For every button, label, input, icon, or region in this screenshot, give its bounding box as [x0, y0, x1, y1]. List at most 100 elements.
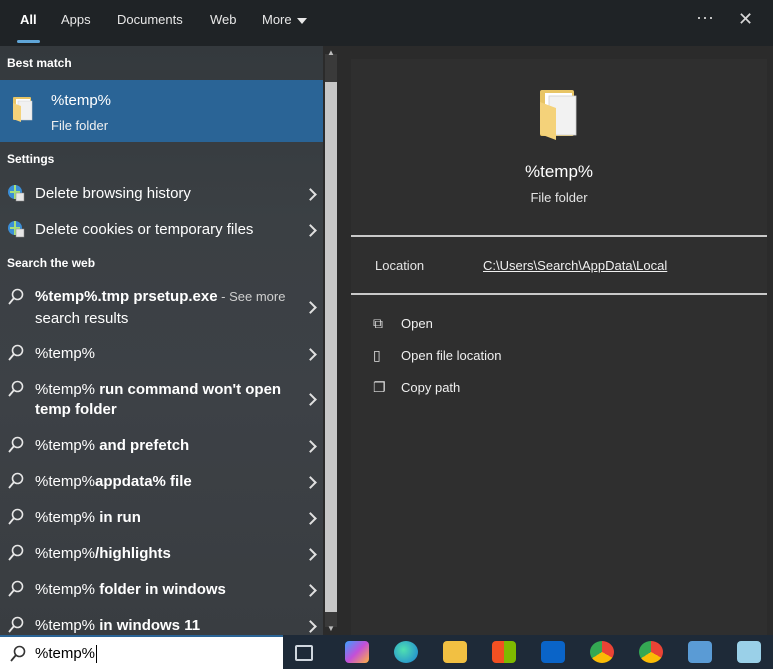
search-icon [8, 472, 24, 489]
search-icon [8, 580, 24, 597]
store-icon[interactable] [492, 641, 516, 663]
best-match-title: %temp% [51, 92, 112, 109]
web-suggestion-item[interactable]: %temp%.tmp prsetup.exe - See more search… [0, 286, 323, 332]
tab-apps[interactable]: Apps [61, 0, 91, 46]
web-suggestion-text: appdata% file [95, 473, 192, 490]
web-suggestion-text: /highlights [95, 545, 171, 562]
tab-web[interactable]: Web [210, 0, 237, 46]
best-match-header: Best match [7, 56, 72, 70]
internet-options-icon [8, 221, 25, 238]
scroll-down-arrow-icon[interactable]: ▼ [326, 624, 336, 633]
chevron-right-icon [304, 620, 317, 633]
settings-header: Settings [7, 152, 55, 166]
search-icon [8, 508, 24, 525]
web-suggestion-item[interactable]: %temp% in windows 11 [0, 614, 323, 635]
divider [351, 293, 767, 295]
chevron-right-icon [304, 301, 317, 314]
results-scrollbar[interactable]: ▲ ▼ [323, 46, 339, 635]
settings-item-label: Delete browsing history [35, 185, 191, 202]
web-suggestion-line2: search results [35, 310, 129, 327]
chrome-icon[interactable] [590, 641, 614, 663]
action-copy-path-label: Copy path [401, 380, 461, 395]
web-suggestion-text: run command won't open [95, 381, 282, 398]
search-tabs-bar: All Apps Documents Web More ··· ✕ [0, 0, 773, 46]
web-suggestion-item[interactable]: %temp% [0, 342, 323, 372]
scrollbar-thumb[interactable] [325, 82, 337, 612]
more-options-icon[interactable]: ··· [696, 7, 714, 28]
web-suggestion-prefix: %temp% [35, 288, 98, 305]
action-open-file-location[interactable]: ▯ Open file location [373, 347, 501, 364]
chevron-right-icon [304, 440, 317, 453]
divider [351, 235, 767, 237]
web-suggestion-text: and prefetch [95, 437, 190, 454]
settings-item-delete-cookies[interactable]: Delete cookies or temporary files [0, 218, 323, 248]
copy-icon: ❐ [373, 379, 386, 395]
search-icon [8, 436, 24, 453]
web-suggestion-text: in windows 11 [95, 617, 201, 634]
copilot-icon[interactable] [345, 641, 369, 663]
outlook-icon[interactable] [541, 641, 565, 663]
chevron-right-icon [304, 584, 317, 597]
search-icon [8, 344, 24, 361]
search-icon [8, 544, 24, 561]
remote-desktop-icon[interactable] [688, 641, 712, 663]
web-suggestion-item[interactable]: %temp% in run [0, 506, 323, 536]
web-suggestion-item[interactable]: %temp%/highlights [0, 542, 323, 572]
tab-more-label: More [262, 12, 292, 27]
settings-item-label: Delete cookies or temporary files [35, 221, 254, 238]
folder-icon [13, 97, 33, 122]
web-suggestion-item[interactable]: %temp% and prefetch [0, 434, 323, 464]
best-match-item[interactable]: %temp% File folder [0, 80, 323, 142]
search-input[interactable]: %temp% [35, 645, 95, 662]
task-view-icon[interactable] [295, 645, 313, 661]
taskbar [283, 635, 773, 669]
settings-item-delete-browsing-history[interactable]: Delete browsing history [0, 182, 323, 212]
action-open-label: Open [401, 316, 433, 331]
web-suggestion-item[interactable]: %temp%appdata% file [0, 470, 323, 500]
chevron-right-icon [304, 393, 317, 406]
web-suggestion-text: .tmp prsetup.exe [97, 288, 218, 305]
search-icon [8, 616, 24, 633]
chrome-profile-icon[interactable] [639, 641, 663, 663]
web-suggestion-prefix: %temp% [35, 437, 96, 454]
preview-title: %temp% [524, 162, 594, 181]
tab-all[interactable]: All [17, 0, 40, 46]
chevron-right-icon [304, 188, 317, 201]
preview-subtitle: File folder [530, 190, 588, 205]
chevron-right-icon [304, 348, 317, 361]
action-open[interactable]: ⧉ Open [373, 315, 433, 332]
chevron-right-icon [304, 476, 317, 489]
web-suggestion-prefix: %temp% [35, 617, 96, 634]
search-icon [8, 288, 24, 305]
action-copy-path[interactable]: ❐ Copy path [373, 379, 460, 396]
location-link[interactable]: C:\Users\Search\AppData\Local [483, 258, 667, 273]
chevron-right-icon [304, 548, 317, 561]
file-explorer-icon[interactable] [443, 641, 467, 663]
web-suggestion-text: in run [95, 509, 141, 526]
best-match-subtitle: File folder [51, 118, 109, 133]
notepad-icon[interactable] [737, 641, 761, 663]
action-open-file-location-label: Open file location [401, 348, 502, 363]
web-suggestion-prefix: %temp% [35, 381, 96, 398]
search-icon [10, 645, 26, 662]
scroll-up-arrow-icon[interactable]: ▲ [326, 48, 336, 57]
folder-icon [540, 90, 577, 140]
chevron-right-icon [304, 224, 317, 237]
edge-icon[interactable] [394, 641, 418, 663]
web-suggestion-item[interactable]: %temp% run command won't open temp folde… [0, 378, 323, 424]
search-web-header: Search the web [7, 256, 96, 270]
chevron-down-icon [296, 17, 307, 24]
preview-pane: %temp% File folder Location C:\Users\Sea… [351, 59, 767, 635]
search-box[interactable]: %temp% [0, 635, 283, 669]
web-suggestion-see-more: - See more [217, 289, 286, 304]
web-suggestion-prefix: %temp% [35, 345, 96, 362]
file-location-icon: ▯ [373, 347, 381, 363]
web-suggestion-prefix: %temp% [35, 509, 96, 526]
web-suggestion-prefix: %temp% [35, 545, 96, 562]
web-suggestion-text: folder in windows [95, 581, 226, 598]
close-icon[interactable]: ✕ [738, 9, 753, 30]
web-suggestion-item[interactable]: %temp% folder in windows [0, 578, 323, 608]
tab-documents[interactable]: Documents [117, 0, 183, 46]
search-icon [8, 380, 24, 397]
tab-more[interactable]: More [262, 0, 307, 46]
